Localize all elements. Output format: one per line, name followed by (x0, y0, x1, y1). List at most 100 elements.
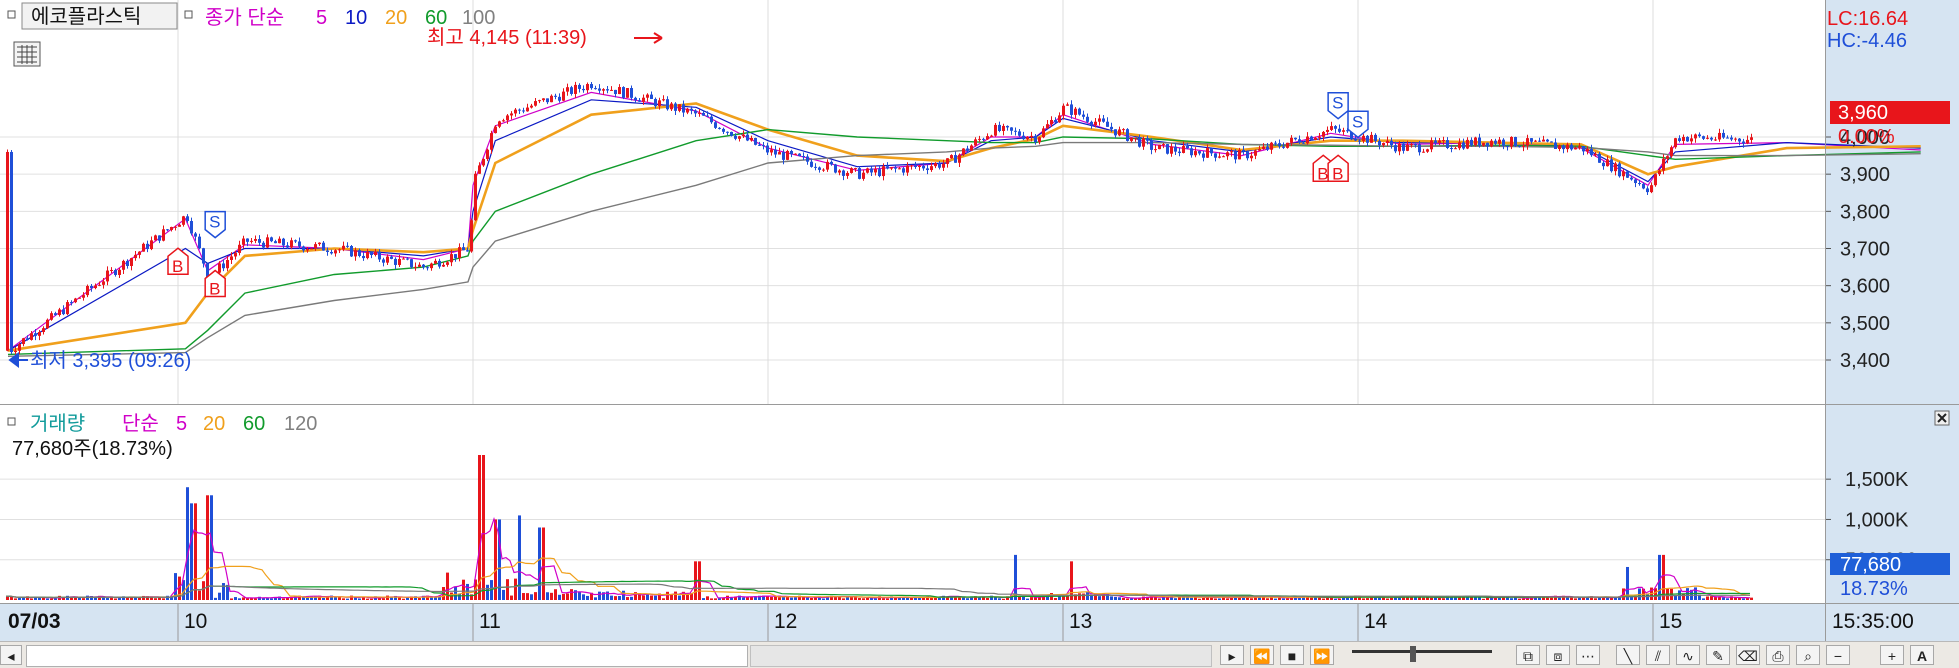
candle-body (1614, 163, 1617, 172)
candle-body (174, 226, 177, 228)
candle-body (1462, 142, 1465, 149)
scroll-thumb[interactable] (750, 645, 1212, 667)
volume-bar (1594, 598, 1597, 600)
candle-body (594, 88, 597, 90)
price-plot-area[interactable] (0, 0, 1825, 404)
candle-body (1662, 158, 1665, 171)
volume-bar (242, 597, 245, 600)
volume-bar (390, 597, 393, 600)
play-icon[interactable]: ▸ (1220, 645, 1244, 665)
ma-legend-60: 60 (425, 7, 447, 29)
candle-body (450, 254, 453, 263)
volume-bar (1070, 561, 1073, 600)
candle-body (946, 158, 949, 164)
candle-body (646, 94, 649, 98)
ma-legend-5: 5 (316, 7, 327, 29)
volume-bar (94, 597, 97, 600)
zoom-slider-track[interactable] (1352, 650, 1492, 653)
volume-bar (214, 597, 217, 600)
dotted-line-icon[interactable]: ⋯ (1576, 645, 1600, 665)
candle-body (690, 108, 693, 111)
fibonacci-icon[interactable]: ⫽ (1646, 645, 1670, 665)
candle-body (682, 104, 685, 113)
candle-body (490, 133, 493, 150)
scroll-track[interactable] (26, 645, 748, 667)
signal-letter: B (209, 280, 220, 299)
volume-bar (1114, 596, 1117, 600)
candle-body (1562, 145, 1565, 150)
candle-body (470, 220, 473, 252)
data-table-icon[interactable] (13, 41, 41, 67)
candle-body (634, 97, 637, 101)
copy-icon[interactable]: ⧉ (1516, 645, 1540, 665)
eraser-icon[interactable]: ⌫ (1736, 645, 1760, 665)
end-time-label: 15:35:00 (1832, 610, 1914, 633)
candle-body (226, 259, 229, 269)
volume-plot-area[interactable] (0, 405, 1825, 603)
candle-body (1678, 138, 1681, 141)
pencil-icon[interactable]: ✎ (1706, 645, 1730, 665)
candle-body (110, 269, 113, 271)
candle-body (94, 285, 97, 289)
candle-body (882, 166, 885, 177)
stock-chart[interactable]: SBBSB BS 3,4003,5003,6003,7003,8003,9004,… (0, 0, 1959, 641)
zoom-in-icon[interactable]: + (1880, 645, 1904, 665)
candle-body (1186, 145, 1189, 149)
volume-bar (506, 579, 509, 600)
wave-icon[interactable]: ∿ (1676, 645, 1700, 665)
candle-body (1126, 129, 1129, 141)
candle-body (1618, 163, 1621, 177)
candle-body (1402, 143, 1405, 151)
zoom-icon[interactable]: ⌕ (1796, 645, 1820, 665)
candle-body (758, 144, 761, 146)
candle-body (846, 172, 849, 176)
chart-scrollbar[interactable]: ◂ ▸ ⏪ ■ ⏩ ⧉ ⧈ ⋯ ╲ ⫽ ∿ ✎ ⌫ ⎙ ⌕ − + A (0, 641, 1959, 668)
candle-body (1026, 137, 1029, 140)
zoom-slider-handle[interactable] (1410, 646, 1416, 662)
candle-body (1466, 139, 1469, 149)
candle-body (1586, 149, 1589, 152)
candle-body (1446, 140, 1449, 148)
volume-bar (522, 593, 525, 600)
candle-body (790, 150, 793, 155)
candle-body (382, 259, 385, 263)
candle-body (910, 165, 913, 167)
volume-bar (750, 597, 753, 600)
candle-body (1666, 156, 1669, 159)
candle-body (262, 242, 265, 248)
candle-body (906, 165, 909, 173)
trendline-icon[interactable]: ╲ (1616, 645, 1640, 665)
volume-bar (1242, 597, 1245, 600)
candle-body (786, 150, 789, 160)
volume-bar (1478, 597, 1481, 600)
rewind-icon[interactable]: ⏪ (1250, 645, 1274, 665)
candle-body (1522, 145, 1525, 147)
price-tick-label: 3,600 (1840, 276, 1890, 298)
candle-body (1062, 105, 1065, 116)
candle-body (234, 252, 237, 257)
scroll-left-icon[interactable]: ◂ (0, 645, 22, 665)
candle-body (1714, 139, 1717, 141)
volume-bar (1158, 598, 1161, 600)
zoom-out-icon[interactable]: − (1826, 645, 1850, 665)
candle-body (970, 145, 973, 151)
fast-forward-icon[interactable]: ⏩ (1310, 645, 1334, 665)
candle-body (990, 135, 993, 137)
candle-body (18, 344, 21, 351)
candle-body (1374, 134, 1377, 141)
close-panel-icon[interactable] (1934, 410, 1950, 426)
candle-body (1622, 171, 1625, 177)
save-image-icon[interactable]: ⎙ (1766, 645, 1790, 665)
volume-bar (546, 592, 549, 600)
text-tool-icon[interactable]: A (1910, 645, 1934, 665)
volume-bar (386, 595, 389, 600)
stock-name: 에코플라스틱 (31, 5, 141, 28)
candle-body (1066, 104, 1069, 106)
stop-icon[interactable]: ■ (1280, 645, 1304, 665)
candle-body (978, 138, 981, 140)
candle-body (602, 89, 605, 91)
candle-body (34, 333, 37, 336)
volume-bar (802, 597, 805, 600)
overlay-icon[interactable]: ⧈ (1546, 645, 1570, 665)
volume-bar (1654, 588, 1657, 600)
